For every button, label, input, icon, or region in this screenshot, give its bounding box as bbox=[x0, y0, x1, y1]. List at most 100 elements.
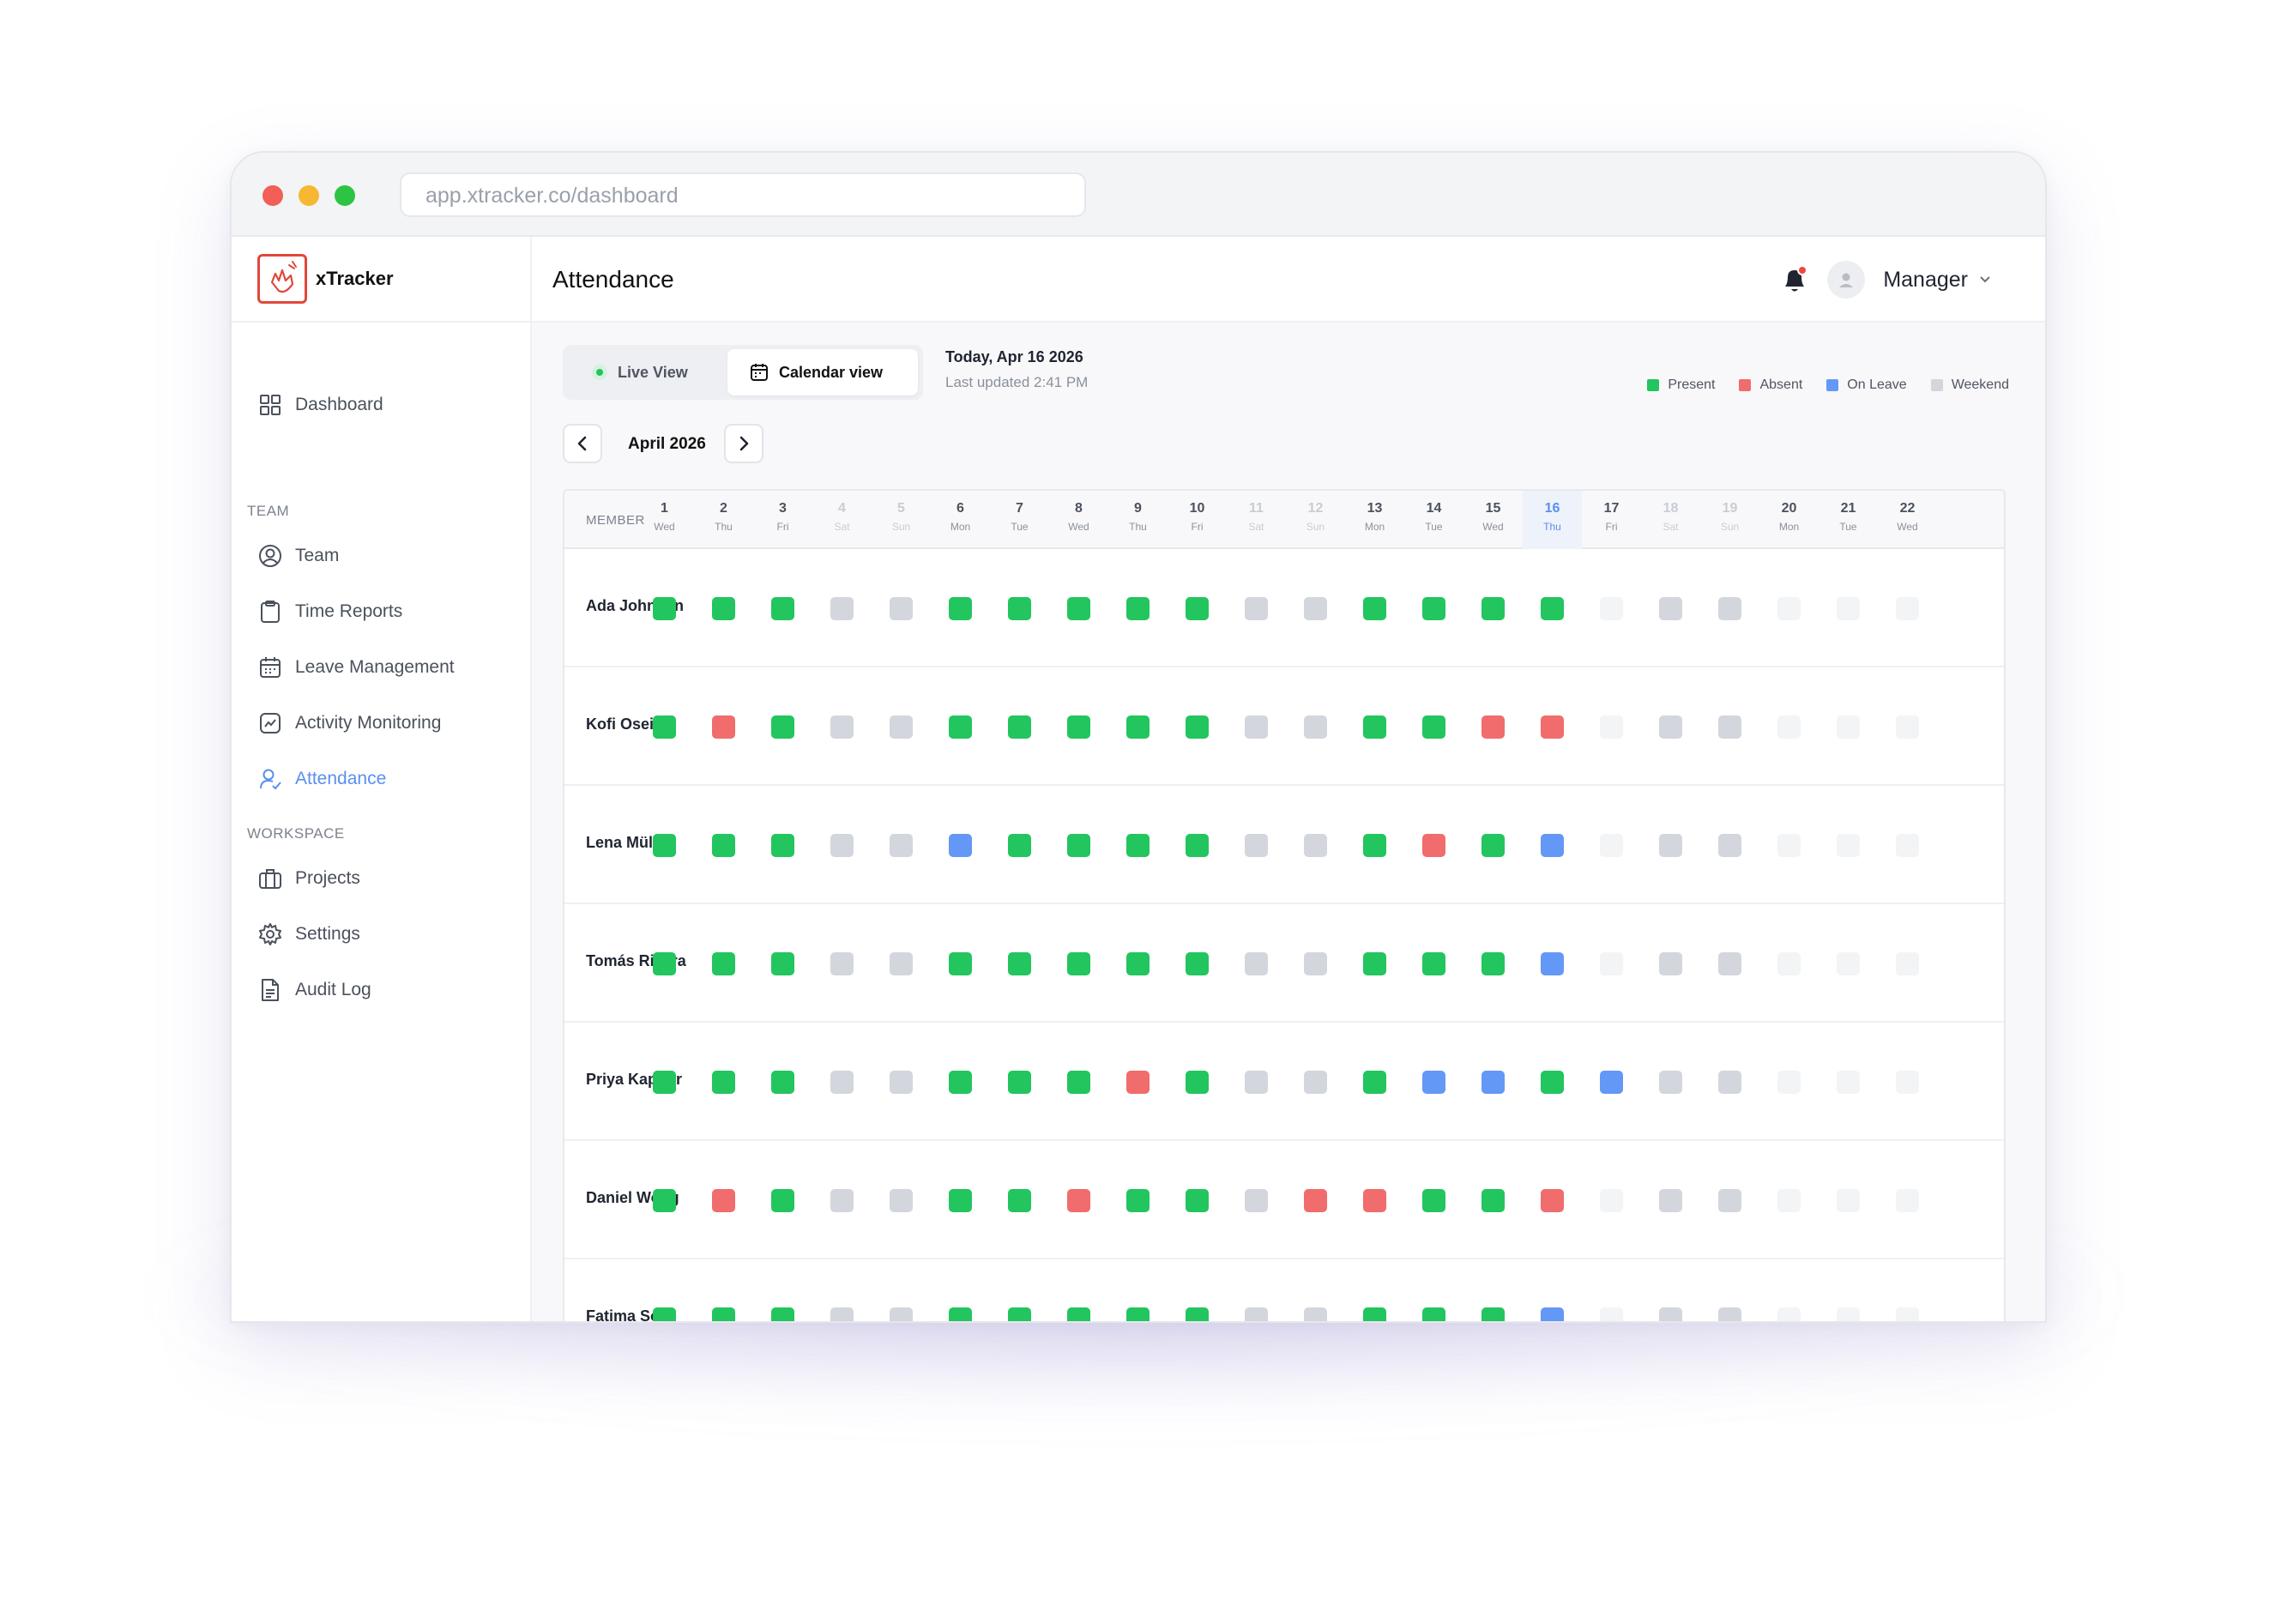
attendance-cell[interactable] bbox=[712, 597, 735, 620]
attendance-cell[interactable] bbox=[890, 1307, 913, 1321]
attendance-cell[interactable] bbox=[1067, 597, 1090, 620]
attendance-cell[interactable] bbox=[1896, 1307, 1919, 1321]
attendance-cell[interactable] bbox=[1304, 1189, 1327, 1212]
attendance-cell[interactable] bbox=[1718, 1071, 1741, 1094]
previous-month-button[interactable] bbox=[563, 424, 602, 463]
attendance-cell[interactable] bbox=[771, 1189, 794, 1212]
attendance-cell[interactable] bbox=[1067, 1307, 1090, 1321]
attendance-cell[interactable] bbox=[1659, 1189, 1682, 1212]
avatar[interactable] bbox=[1827, 261, 1865, 299]
attendance-cell[interactable] bbox=[1126, 1189, 1150, 1212]
attendance-cell[interactable] bbox=[1126, 1307, 1150, 1321]
attendance-cell[interactable] bbox=[1718, 952, 1741, 975]
chevron-down-icon[interactable] bbox=[1978, 275, 1992, 285]
attendance-cell[interactable] bbox=[1008, 597, 1031, 620]
attendance-cell[interactable] bbox=[1363, 834, 1386, 857]
attendance-cell[interactable] bbox=[1481, 834, 1505, 857]
sidebar-item-audit-log[interactable]: Audit Log bbox=[257, 973, 371, 1007]
attendance-cell[interactable] bbox=[1422, 1307, 1445, 1321]
attendance-cell[interactable] bbox=[890, 952, 913, 975]
attendance-cell[interactable] bbox=[1777, 1071, 1801, 1094]
attendance-cell[interactable] bbox=[1541, 1189, 1564, 1212]
close-window-button[interactable] bbox=[263, 185, 283, 206]
attendance-cell[interactable] bbox=[1718, 1307, 1741, 1321]
address-bar[interactable]: app.xtracker.co/dashboard bbox=[400, 172, 1086, 217]
attendance-cell[interactable] bbox=[1008, 834, 1031, 857]
attendance-cell[interactable] bbox=[830, 1071, 854, 1094]
attendance-cell[interactable] bbox=[1363, 715, 1386, 739]
attendance-cell[interactable] bbox=[890, 597, 913, 620]
sidebar-item-leave-management[interactable]: Leave Management bbox=[257, 650, 455, 685]
attendance-cell[interactable] bbox=[1659, 715, 1682, 739]
attendance-cell[interactable] bbox=[1896, 1071, 1919, 1094]
attendance-cell[interactable] bbox=[1600, 1071, 1623, 1094]
sidebar-item-settings[interactable]: Settings bbox=[257, 917, 360, 951]
attendance-cell[interactable] bbox=[1304, 834, 1327, 857]
attendance-cell[interactable] bbox=[1245, 1189, 1268, 1212]
attendance-cell[interactable] bbox=[830, 834, 854, 857]
sidebar-item-projects[interactable]: Projects bbox=[257, 861, 360, 896]
attendance-cell[interactable] bbox=[1186, 1307, 1209, 1321]
attendance-cell[interactable] bbox=[890, 1071, 913, 1094]
attendance-cell[interactable] bbox=[1422, 715, 1445, 739]
attendance-cell[interactable] bbox=[1896, 1189, 1919, 1212]
attendance-cell[interactable] bbox=[949, 1189, 972, 1212]
attendance-cell[interactable] bbox=[1600, 1189, 1623, 1212]
attendance-cell[interactable] bbox=[1126, 715, 1150, 739]
attendance-cell[interactable] bbox=[1837, 952, 1860, 975]
attendance-cell[interactable] bbox=[949, 952, 972, 975]
attendance-cell[interactable] bbox=[890, 834, 913, 857]
attendance-cell[interactable] bbox=[1186, 715, 1209, 739]
attendance-cell[interactable] bbox=[1067, 1189, 1090, 1212]
calendar-view-tab[interactable]: Calendar view bbox=[727, 349, 918, 395]
attendance-cell[interactable] bbox=[1481, 597, 1505, 620]
attendance-cell[interactable] bbox=[1481, 952, 1505, 975]
attendance-cell[interactable] bbox=[1718, 1189, 1741, 1212]
attendance-cell[interactable] bbox=[1067, 715, 1090, 739]
attendance-cell[interactable] bbox=[1777, 597, 1801, 620]
attendance-cell[interactable] bbox=[1896, 834, 1919, 857]
attendance-cell[interactable] bbox=[771, 1071, 794, 1094]
attendance-cell[interactable] bbox=[1008, 952, 1031, 975]
table-row[interactable]: Kofi Osei bbox=[564, 667, 2004, 786]
attendance-cell[interactable] bbox=[1304, 597, 1327, 620]
attendance-cell[interactable] bbox=[1777, 952, 1801, 975]
sidebar-item-team[interactable]: Team bbox=[257, 539, 339, 573]
attendance-cell[interactable] bbox=[1896, 715, 1919, 739]
attendance-cell[interactable] bbox=[1008, 1307, 1031, 1321]
attendance-cell[interactable] bbox=[1541, 952, 1564, 975]
attendance-cell[interactable] bbox=[712, 1071, 735, 1094]
attendance-cell[interactable] bbox=[771, 952, 794, 975]
attendance-cell[interactable] bbox=[1422, 597, 1445, 620]
attendance-cell[interactable] bbox=[1067, 1071, 1090, 1094]
attendance-cell[interactable] bbox=[653, 952, 676, 975]
attendance-cell[interactable] bbox=[1186, 597, 1209, 620]
attendance-cell[interactable] bbox=[949, 834, 972, 857]
table-row[interactable]: Fatima Sow bbox=[564, 1259, 2004, 1321]
attendance-cell[interactable] bbox=[830, 1189, 854, 1212]
attendance-cell[interactable] bbox=[949, 715, 972, 739]
attendance-cell[interactable] bbox=[1422, 1071, 1445, 1094]
attendance-cell[interactable] bbox=[1422, 834, 1445, 857]
attendance-cell[interactable] bbox=[949, 597, 972, 620]
attendance-cell[interactable] bbox=[1718, 715, 1741, 739]
attendance-cell[interactable] bbox=[1659, 1307, 1682, 1321]
attendance-cell[interactable] bbox=[653, 834, 676, 857]
attendance-cell[interactable] bbox=[712, 834, 735, 857]
attendance-cell[interactable] bbox=[712, 952, 735, 975]
attendance-cell[interactable] bbox=[1363, 597, 1386, 620]
attendance-cell[interactable] bbox=[1422, 1189, 1445, 1212]
attendance-cell[interactable] bbox=[830, 597, 854, 620]
attendance-cell[interactable] bbox=[1422, 952, 1445, 975]
attendance-cell[interactable] bbox=[1600, 834, 1623, 857]
attendance-cell[interactable] bbox=[1186, 1071, 1209, 1094]
attendance-cell[interactable] bbox=[1659, 597, 1682, 620]
sidebar-item-dashboard[interactable]: Dashboard bbox=[257, 388, 383, 422]
table-row[interactable]: Tomás Rivera bbox=[564, 904, 2004, 1023]
attendance-cell[interactable] bbox=[653, 1307, 676, 1321]
next-month-button[interactable] bbox=[724, 424, 763, 463]
attendance-cell[interactable] bbox=[1600, 597, 1623, 620]
attendance-cell[interactable] bbox=[1245, 1071, 1268, 1094]
attendance-cell[interactable] bbox=[1126, 834, 1150, 857]
attendance-cell[interactable] bbox=[1186, 1189, 1209, 1212]
